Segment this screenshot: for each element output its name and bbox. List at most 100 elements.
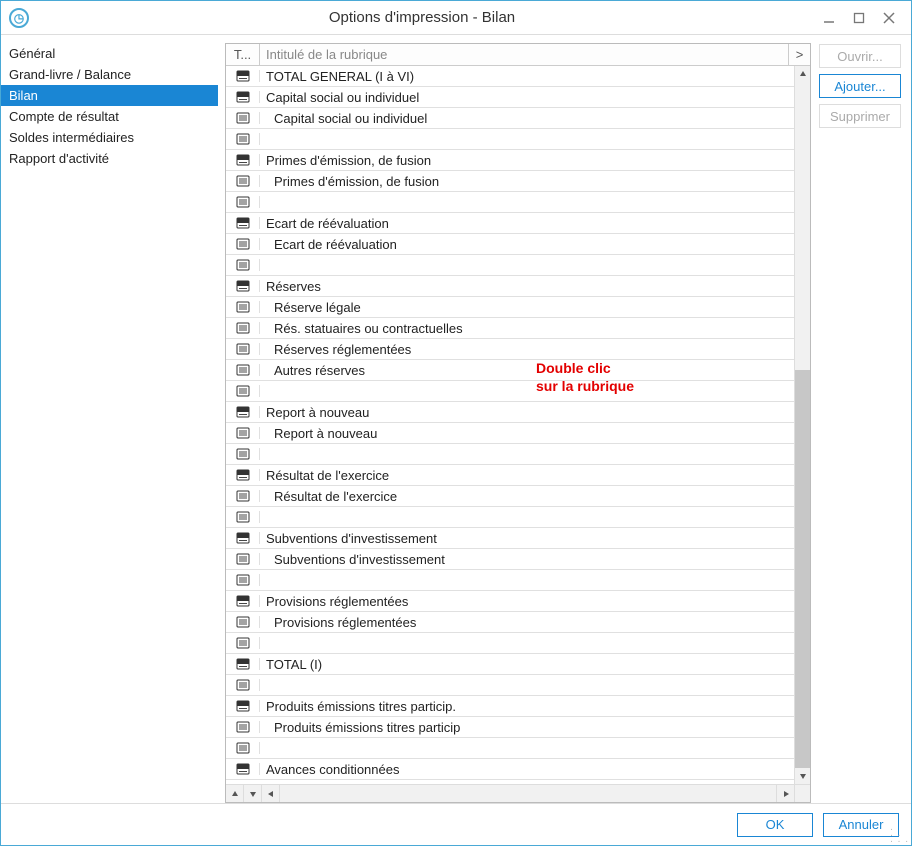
table-row[interactable]: Ecart de réévaluation — [226, 234, 794, 255]
row-type-icon — [226, 637, 260, 649]
row-label: Capital social ou individuel — [260, 90, 794, 105]
table-row[interactable]: Primes d'émission, de fusion — [226, 171, 794, 192]
table-row[interactable] — [226, 255, 794, 276]
sidebar-item[interactable]: Compte de résultat — [1, 106, 218, 127]
document-outline-icon — [236, 238, 250, 250]
delete-button[interactable]: Supprimer — [819, 104, 901, 128]
table-row[interactable]: Rés. statuaires ou contractuelles — [226, 318, 794, 339]
document-filled-icon — [236, 91, 250, 103]
table-row[interactable]: Réserves réglementées — [226, 339, 794, 360]
action-panel: Ouvrir... Ajouter... Supprimer — [819, 43, 901, 803]
add-button[interactable]: Ajouter... — [819, 74, 901, 98]
sidebar-item[interactable]: Général — [1, 43, 218, 64]
scroll-hup-button[interactable] — [226, 785, 244, 802]
row-type-icon — [226, 700, 260, 712]
table-row[interactable]: TOTAL (I) — [226, 654, 794, 675]
document-outline-icon — [236, 259, 250, 271]
table-row[interactable]: Ecart de réévaluation — [226, 213, 794, 234]
sidebar-item[interactable]: Bilan — [1, 85, 218, 106]
row-type-icon — [226, 133, 260, 145]
cancel-button[interactable]: Annuler — [823, 813, 899, 837]
table-row[interactable]: Primes d'émission, de fusion — [226, 150, 794, 171]
open-button[interactable]: Ouvrir... — [819, 44, 901, 68]
document-filled-icon — [236, 658, 250, 670]
row-type-icon — [226, 448, 260, 460]
row-type-icon — [226, 70, 260, 82]
row-type-icon — [226, 112, 260, 124]
document-outline-icon — [236, 322, 250, 334]
document-outline-icon — [236, 196, 250, 208]
resize-grip[interactable]: .. .. . . — [890, 825, 909, 843]
table-row[interactable]: Produits émissions titres particip. — [226, 696, 794, 717]
row-type-icon — [226, 238, 260, 250]
document-outline-icon — [236, 301, 250, 313]
table-row[interactable]: Avances conditionnées — [226, 759, 794, 780]
row-type-icon — [226, 364, 260, 376]
row-type-icon — [226, 574, 260, 586]
table-row[interactable]: Report à nouveau — [226, 402, 794, 423]
table-row[interactable]: Réserves — [226, 276, 794, 297]
sidebar-item[interactable]: Rapport d'activité — [1, 148, 218, 169]
table-row[interactable]: Report à nouveau — [226, 423, 794, 444]
table-row[interactable] — [226, 507, 794, 528]
vertical-scrollbar[interactable] — [794, 66, 810, 784]
table-row[interactable]: TOTAL GENERAL (I à VI) — [226, 66, 794, 87]
table-row[interactable]: Résultat de l'exercice — [226, 486, 794, 507]
scroll-up-button[interactable] — [795, 66, 810, 82]
scroll-hdown-button[interactable] — [244, 785, 262, 802]
table-row[interactable]: Résultat de l'exercice — [226, 465, 794, 486]
row-type-icon — [226, 616, 260, 628]
document-filled-icon — [236, 469, 250, 481]
table-row[interactable] — [226, 738, 794, 759]
table-row[interactable]: Réserve légale — [226, 297, 794, 318]
document-outline-icon — [236, 448, 250, 460]
table-row[interactable] — [226, 675, 794, 696]
document-outline-icon — [236, 721, 250, 733]
row-type-icon — [226, 322, 260, 334]
minimize-button[interactable] — [815, 7, 843, 29]
document-outline-icon — [236, 133, 250, 145]
header-more-button[interactable]: > — [788, 44, 810, 65]
category-sidebar: GénéralGrand-livre / BalanceBilanCompte … — [1, 43, 219, 803]
table-row[interactable] — [226, 381, 794, 402]
table-row[interactable] — [226, 633, 794, 654]
table-header: T... Intitulé de la rubrique > — [226, 44, 810, 66]
sidebar-item[interactable]: Grand-livre / Balance — [1, 64, 218, 85]
document-outline-icon — [236, 427, 250, 439]
document-outline-icon — [236, 679, 250, 691]
window-title: Options d'impression - Bilan — [35, 9, 809, 26]
table-row[interactable]: Provisions réglementées — [226, 612, 794, 633]
table-row[interactable] — [226, 444, 794, 465]
scroll-down-button[interactable] — [795, 768, 810, 784]
table-row[interactable]: Produits émissions titres particip — [226, 717, 794, 738]
maximize-button[interactable] — [845, 7, 873, 29]
row-type-icon — [226, 154, 260, 166]
table-row[interactable]: Capital social ou individuel — [226, 87, 794, 108]
table-row[interactable] — [226, 192, 794, 213]
row-label: Réserves réglementées — [260, 342, 794, 357]
ok-button[interactable]: OK — [737, 813, 813, 837]
row-type-icon — [226, 469, 260, 481]
table-row[interactable]: Subventions d'investissement — [226, 549, 794, 570]
table-row[interactable]: Autres réserves — [226, 360, 794, 381]
column-header-type[interactable]: T... — [226, 44, 260, 65]
vertical-scroll-track[interactable] — [795, 82, 810, 768]
row-type-icon — [226, 427, 260, 439]
scroll-left-button[interactable] — [262, 785, 280, 802]
row-type-icon — [226, 91, 260, 103]
row-label: Capital social ou individuel — [260, 111, 794, 126]
horizontal-scroll-track[interactable] — [280, 785, 776, 802]
table-row[interactable]: Capital social ou individuel — [226, 108, 794, 129]
scroll-right-button[interactable] — [776, 785, 794, 802]
sidebar-item[interactable]: Soldes intermédiaires — [1, 127, 218, 148]
close-button[interactable] — [875, 7, 903, 29]
document-outline-icon — [236, 574, 250, 586]
vertical-scroll-thumb[interactable] — [795, 370, 810, 768]
table-row[interactable] — [226, 570, 794, 591]
row-label: Résultat de l'exercice — [260, 489, 794, 504]
table-row[interactable]: Subventions d'investissement — [226, 528, 794, 549]
table-row[interactable]: Provisions réglementées — [226, 591, 794, 612]
table-row[interactable] — [226, 129, 794, 150]
table-body: TOTAL GENERAL (I à VI) Capital social ou … — [226, 66, 810, 784]
column-header-label[interactable]: Intitulé de la rubrique — [260, 44, 788, 65]
